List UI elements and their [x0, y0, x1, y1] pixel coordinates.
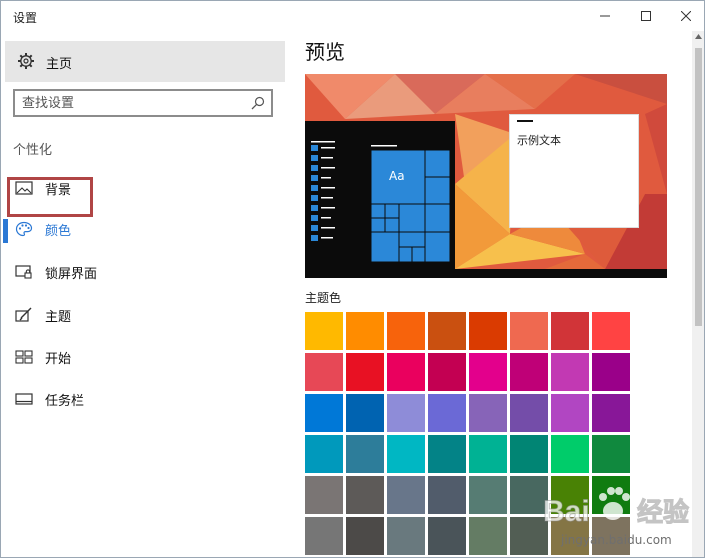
scrollbar-thumb[interactable] [695, 48, 702, 326]
page-title: 预览 [305, 40, 345, 64]
color-swatch[interactable] [387, 517, 425, 555]
maximize-icon [641, 11, 651, 21]
search-box [13, 89, 273, 117]
nav-label: 主题 [45, 310, 72, 325]
nav-item-taskbar[interactable]: 任务栏 [1, 381, 291, 417]
home-nav-item[interactable]: 主页 [5, 41, 285, 82]
preview-taskbar [305, 269, 667, 278]
title-bar: 设置 [1, 1, 704, 31]
close-icon [681, 11, 691, 21]
color-swatch[interactable] [346, 312, 384, 350]
minimize-icon [600, 15, 610, 17]
search-input[interactable] [22, 93, 247, 113]
color-swatch[interactable] [428, 435, 466, 473]
color-swatch[interactable] [592, 312, 630, 350]
annotation-highlight-box [7, 177, 93, 217]
color-swatch[interactable] [387, 353, 425, 391]
preview-start-menu [305, 121, 455, 269]
color-swatch[interactable] [346, 394, 384, 432]
color-swatch[interactable] [387, 312, 425, 350]
nav-label: 任务栏 [45, 394, 85, 409]
nav-item-lock-screen[interactable]: 锁屏界面 [1, 254, 291, 290]
color-swatch[interactable] [510, 353, 548, 391]
color-swatch[interactable] [428, 312, 466, 350]
color-swatch[interactable] [469, 476, 507, 514]
search-icon[interactable] [251, 96, 265, 110]
color-swatch[interactable] [305, 353, 343, 391]
nav-label: 开始 [45, 352, 72, 367]
window-title: 设置 [13, 11, 38, 25]
color-swatch[interactable] [469, 435, 507, 473]
baidu-paw-logo: Bai 经验 [543, 487, 690, 529]
color-swatch[interactable] [387, 435, 425, 473]
color-swatch[interactable] [510, 435, 548, 473]
color-swatch[interactable] [551, 435, 589, 473]
theme-preview: Aa 示例文本 [305, 74, 667, 278]
svg-text:经验: 经验 [637, 497, 689, 528]
color-swatch[interactable] [469, 517, 507, 555]
color-swatch[interactable] [551, 312, 589, 350]
gear-icon [18, 53, 34, 69]
color-swatch[interactable] [387, 394, 425, 432]
color-swatch[interactable] [592, 435, 630, 473]
color-swatch[interactable] [428, 394, 466, 432]
color-swatch[interactable] [387, 476, 425, 514]
color-swatch[interactable] [428, 517, 466, 555]
color-swatch[interactable] [305, 435, 343, 473]
theme-color-label: 主题色 [305, 291, 342, 305]
nav-item-start[interactable]: 开始 [1, 339, 291, 375]
color-swatch[interactable] [305, 476, 343, 514]
start-tiles-icon [15, 350, 33, 364]
color-swatch[interactable] [305, 312, 343, 350]
nav-item-themes[interactable]: 主题 [1, 297, 291, 333]
preview-sample-window: 示例文本 [509, 114, 639, 228]
scroll-up-arrow-icon[interactable] [694, 33, 703, 41]
close-button[interactable] [667, 1, 704, 31]
lock-screen-icon [15, 265, 32, 279]
color-swatch[interactable] [510, 394, 548, 432]
nav-label: 锁屏界面 [45, 267, 98, 282]
color-swatch[interactable] [428, 353, 466, 391]
baidu-watermark: Bai 经验 jingyan.baidu.com [541, 475, 701, 553]
color-swatch[interactable] [469, 394, 507, 432]
color-swatch[interactable] [592, 394, 630, 432]
svg-text:Bai: Bai [543, 495, 590, 528]
sidebar: 主页 个性化 背景 [1, 31, 296, 557]
color-swatch[interactable] [428, 476, 466, 514]
color-swatch[interactable] [305, 394, 343, 432]
home-label: 主页 [46, 57, 73, 72]
taskbar-icon [15, 393, 33, 405]
color-swatch[interactable] [551, 394, 589, 432]
sample-window-bar [517, 120, 533, 122]
color-swatch[interactable] [551, 353, 589, 391]
preview-tile-text: Aa [389, 169, 405, 183]
active-indicator [3, 219, 8, 243]
settings-window: 设置 主页 查找设置 个性化 背景 颜色 锁屏界面 主题 开始 任务栏 预览 A… [0, 0, 705, 558]
color-swatch[interactable] [346, 353, 384, 391]
color-swatch[interactable] [469, 353, 507, 391]
maximize-button[interactable] [627, 1, 665, 31]
nav-label: 颜色 [45, 224, 72, 239]
color-swatch[interactable] [346, 435, 384, 473]
theme-brush-icon [15, 307, 32, 322]
color-swatch[interactable] [346, 517, 384, 555]
section-label-personalization: 个性化 [13, 143, 53, 158]
sample-text: 示例文本 [517, 134, 561, 147]
watermark-url: jingyan.baidu.com [561, 533, 672, 547]
color-swatch[interactable] [592, 353, 630, 391]
minimize-button[interactable] [586, 1, 624, 31]
color-swatch[interactable] [510, 312, 548, 350]
color-swatch[interactable] [305, 517, 343, 555]
palette-icon [15, 221, 33, 237]
color-swatch[interactable] [346, 476, 384, 514]
color-swatch[interactable] [469, 312, 507, 350]
